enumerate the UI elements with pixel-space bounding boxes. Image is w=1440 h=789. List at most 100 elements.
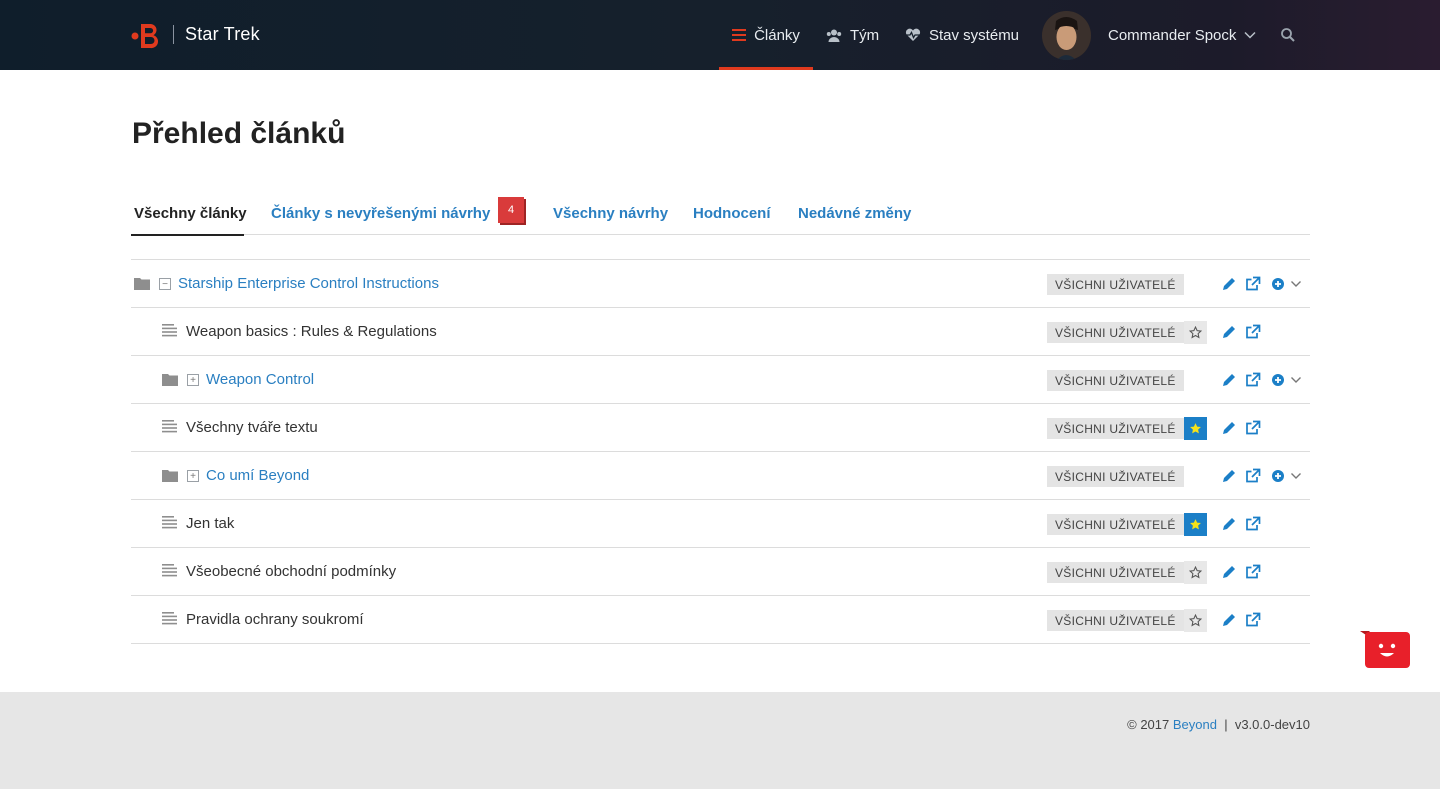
external-link-icon[interactable] — [1245, 372, 1261, 388]
collapse-icon[interactable]: − — [159, 278, 171, 290]
article-tree: − Starship Enterprise Control Instructio… — [131, 259, 1310, 644]
tree-item-label[interactable]: Co umí Beyond — [206, 467, 309, 484]
heartbeat-icon — [905, 28, 921, 42]
pencil-icon[interactable] — [1221, 516, 1237, 532]
footer-separator: | — [1224, 717, 1228, 732]
tab-all-suggestions[interactable]: Všechny návrhy — [553, 192, 668, 235]
visibility-badge: VŠICHNI UŽIVATELÉ — [1047, 514, 1184, 535]
document-lines-icon — [162, 516, 177, 529]
version: v3.0.0-dev10 — [1234, 717, 1310, 732]
tab-label: Hodnocení — [693, 205, 771, 222]
nav-articles-label: Články — [754, 26, 800, 44]
tree-item-label[interactable]: Weapon Control — [206, 371, 314, 388]
external-link-icon[interactable] — [1245, 276, 1261, 292]
pencil-icon[interactable] — [1221, 276, 1237, 292]
list-icon — [732, 29, 747, 41]
article-tabs: Všechny články Články s nevyřešenými náv… — [131, 192, 1310, 236]
folder-icon — [162, 468, 178, 482]
chat-bot-icon[interactable] — [1360, 631, 1410, 669]
add-circle-icon[interactable] — [1271, 469, 1285, 483]
pencil-icon[interactable] — [1221, 420, 1237, 436]
star-filled-icon[interactable] — [1184, 417, 1207, 440]
external-link-icon[interactable] — [1245, 612, 1261, 628]
tree-row: + Weapon Control VŠICHNI UŽIVATELÉ — [131, 356, 1310, 404]
nav-articles[interactable]: Články — [719, 0, 813, 70]
document-lines-icon — [162, 324, 177, 337]
tree-item-label[interactable]: Pravidla ochrany soukromí — [186, 611, 364, 628]
tree-item-label[interactable]: Starship Enterprise Control Instructions — [178, 275, 439, 292]
external-link-icon[interactable] — [1245, 564, 1261, 580]
visibility-badge: VŠICHNI UŽIVATELÉ — [1047, 562, 1184, 583]
document-lines-icon — [162, 564, 177, 577]
avatar[interactable] — [1042, 11, 1091, 60]
beyond-logo-icon[interactable] — [131, 21, 163, 49]
visibility-badge: VŠICHNI UŽIVATELÉ — [1047, 466, 1184, 487]
chevron-down-icon[interactable] — [1290, 278, 1302, 290]
tab-recent-changes[interactable]: Nedávné změny — [798, 192, 911, 235]
footer: © 2017 Beyond | v3.0.0-dev10 — [0, 692, 1440, 789]
tree-row: Weapon basics : Rules & Regulations VŠIC… — [131, 308, 1310, 356]
tree-row: + Co umí Beyond VŠICHNI UŽIVATELÉ — [131, 452, 1310, 500]
tab-unresolved-suggestions[interactable]: Články s nevyřešenými návrhy — [271, 192, 490, 235]
tree-item-label[interactable]: Všeobecné obchodní podmínky — [186, 563, 396, 580]
nav-status-label: Stav systému — [929, 26, 1020, 44]
nav-active-indicator — [719, 67, 813, 70]
tree-row: Všechny tváře textu VŠICHNI UŽIVATELÉ — [131, 404, 1310, 452]
tab-label: Všechny návrhy — [553, 205, 669, 222]
pencil-icon[interactable] — [1221, 372, 1237, 388]
add-circle-icon[interactable] — [1271, 277, 1285, 291]
pencil-icon[interactable] — [1221, 324, 1237, 340]
tab-label: Nedávné změny — [798, 205, 912, 222]
page-title: Přehled článků — [132, 117, 346, 150]
nav-system-status[interactable]: Stav systému — [905, 0, 1019, 70]
tab-label: Články s nevyřešenými návrhy — [271, 205, 491, 222]
users-icon — [826, 29, 842, 42]
tab-label: Všechny články — [134, 205, 247, 222]
unresolved-count-badge: 4 — [498, 197, 524, 223]
tab-active-indicator — [131, 234, 244, 236]
star-icon[interactable] — [1184, 561, 1207, 584]
tree-item-label[interactable]: Weapon basics : Rules & Regulations — [186, 323, 437, 340]
external-link-icon[interactable] — [1245, 420, 1261, 436]
visibility-badge: VŠICHNI UŽIVATELÉ — [1047, 418, 1184, 439]
footer-info: © 2017 Beyond | v3.0.0-dev10 — [1127, 717, 1310, 732]
chevron-down-icon — [1244, 31, 1256, 39]
tree-row: Pravidla ochrany soukromí VŠICHNI UŽIVAT… — [131, 596, 1310, 644]
tree-row: − Starship Enterprise Control Instructio… — [131, 260, 1310, 308]
document-lines-icon — [162, 420, 177, 433]
top-navbar: Star Trek Články Tým Stav systému Comman… — [0, 0, 1440, 70]
expand-icon[interactable]: + — [187, 374, 199, 386]
external-link-icon[interactable] — [1245, 324, 1261, 340]
search-icon[interactable] — [1280, 27, 1296, 43]
brand-name[interactable]: Star Trek — [185, 24, 260, 45]
document-lines-icon — [162, 612, 177, 625]
folder-icon — [134, 276, 150, 290]
star-icon[interactable] — [1184, 321, 1207, 344]
chevron-down-icon[interactable] — [1290, 374, 1302, 386]
tree-item-label[interactable]: Jen tak — [186, 515, 234, 532]
star-filled-icon[interactable] — [1184, 513, 1207, 536]
user-name: Commander Spock — [1108, 26, 1237, 44]
beyond-link[interactable]: Beyond — [1173, 717, 1217, 732]
tree-item-label[interactable]: Všechny tváře textu — [186, 419, 318, 436]
copyright: © 2017 — [1127, 717, 1170, 732]
star-icon[interactable] — [1184, 609, 1207, 632]
folder-icon — [162, 372, 178, 386]
tree-row: Jen tak VŠICHNI UŽIVATELÉ — [131, 500, 1310, 548]
chevron-down-icon[interactable] — [1290, 470, 1302, 482]
pencil-icon[interactable] — [1221, 468, 1237, 484]
pencil-icon[interactable] — [1221, 564, 1237, 580]
tab-ratings[interactable]: Hodnocení — [693, 192, 771, 235]
tree-row: Všeobecné obchodní podmínky VŠICHNI UŽIV… — [131, 548, 1310, 596]
user-menu[interactable]: Commander Spock — [1108, 0, 1256, 70]
brand-separator — [173, 25, 174, 44]
pencil-icon[interactable] — [1221, 612, 1237, 628]
expand-icon[interactable]: + — [187, 470, 199, 482]
nav-team[interactable]: Tým — [826, 0, 879, 70]
external-link-icon[interactable] — [1245, 468, 1261, 484]
external-link-icon[interactable] — [1245, 516, 1261, 532]
add-circle-icon[interactable] — [1271, 373, 1285, 387]
tab-all-articles[interactable]: Všechny články — [131, 192, 247, 236]
visibility-badge: VŠICHNI UŽIVATELÉ — [1047, 322, 1184, 343]
visibility-badge: VŠICHNI UŽIVATELÉ — [1047, 370, 1184, 391]
